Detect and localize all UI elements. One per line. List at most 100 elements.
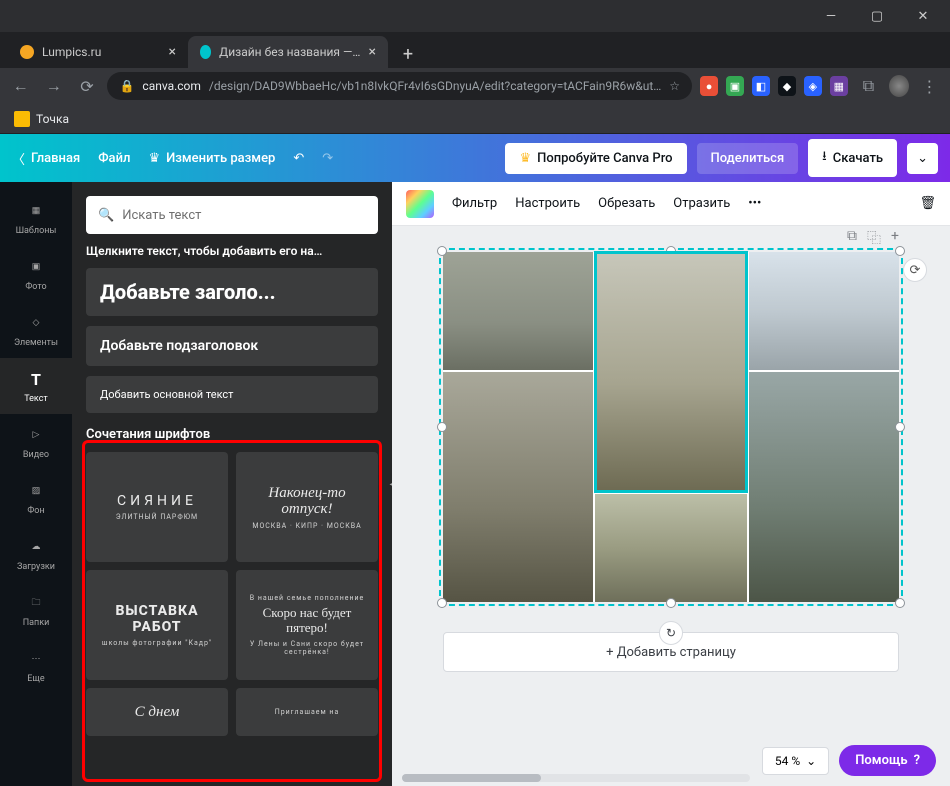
duplicate-page-icon[interactable]: ⿻ <box>867 228 881 248</box>
extension-icon[interactable]: ▣ <box>726 76 744 96</box>
file-menu[interactable]: Файл <box>98 151 130 166</box>
rail-text[interactable]: TТекст <box>0 358 72 414</box>
share-button[interactable]: Поделиться <box>697 143 799 174</box>
font-combo-card[interactable]: Наконец-то отпуск! МОСКВА · КИПР · МОСКВ… <box>236 452 378 562</box>
font-combos-title: Сочетания шрифтов <box>86 427 378 442</box>
rail-folders[interactable]: 🗀Папки <box>0 582 72 638</box>
panel-collapse-handle[interactable]: ◂ <box>384 449 392 519</box>
url-input[interactable]: 🔒 canva.com /design/DAD9WbbaeHc/vb1n8Ivk… <box>107 72 692 100</box>
window-close-button[interactable]: ✕ <box>900 0 946 32</box>
browser-tab[interactable]: Lumpics.ru × <box>8 36 188 68</box>
add-body-button[interactable]: Добавить основной текст <box>86 376 378 413</box>
undo-button[interactable]: ↶ <box>293 151 304 166</box>
design-page[interactable]: ⧉ ⿻ + <box>443 252 899 672</box>
font-combo-card[interactable]: СИЯНИЕ ЭЛИТНЫЙ ПАРФЮМ <box>86 452 228 562</box>
context-toolbar: Фильтр Настроить Обрезать Отразить ••• 🗑 <box>392 182 950 226</box>
font-combo-card[interactable]: В нашей семье пополнение Скоро нас будет… <box>236 570 378 680</box>
app-toolbar: 〈Главная Файл ♛Изменить размер ↶ ↷ ♛Попр… <box>0 134 950 182</box>
extension-icon[interactable]: ◈ <box>804 76 822 96</box>
rail-elements[interactable]: ◇Элементы <box>0 302 72 358</box>
browser-tab-active[interactable]: Дизайн без названия — Фотокс × <box>188 36 388 68</box>
back-button[interactable]: ← <box>8 72 33 100</box>
redo-button[interactable]: ↷ <box>322 151 333 166</box>
bookmark-item[interactable]: Точка <box>36 112 69 126</box>
help-button[interactable]: Помощь? <box>839 745 936 776</box>
window-maximize-button[interactable]: ▢ <box>854 0 900 32</box>
search-input[interactable]: 🔍 Искать текст <box>86 196 378 234</box>
help-icon: ? <box>914 753 920 768</box>
resize-handle[interactable] <box>437 422 447 432</box>
color-picker-button[interactable] <box>406 190 434 218</box>
add-heading-button[interactable]: Добавьте заголо... <box>86 268 378 316</box>
window-minimize-button[interactable]: — <box>808 0 854 32</box>
url-domain: canva.com <box>142 79 201 93</box>
elements-icon: ◇ <box>25 312 47 334</box>
adjust-button[interactable]: Настроить <box>515 196 580 211</box>
horizontal-scrollbar[interactable] <box>402 774 750 782</box>
resize-handle[interactable] <box>895 246 905 256</box>
favicon-icon <box>20 45 34 59</box>
more-icon: ⋯ <box>25 648 47 670</box>
more-button[interactable]: ••• <box>748 196 761 211</box>
resize-handle[interactable] <box>666 598 676 608</box>
reload-button[interactable]: ⟳ <box>74 72 99 100</box>
chevron-down-icon: ⌄ <box>806 754 816 768</box>
chevron-down-icon: ⌄ <box>917 151 928 166</box>
extension-icon[interactable]: ◧ <box>752 76 770 96</box>
filter-button[interactable]: Фильтр <box>452 196 497 211</box>
zoom-control[interactable]: 54 %⌄ <box>762 747 829 775</box>
background-icon: ▨ <box>25 480 47 502</box>
collage-cell[interactable] <box>443 372 593 602</box>
resize-handle[interactable] <box>437 246 447 256</box>
crown-icon: ♛ <box>148 151 160 166</box>
rail-background[interactable]: ▨Фон <box>0 470 72 526</box>
rotate-handle[interactable]: ⟳ <box>903 258 927 282</box>
flip-button[interactable]: Отразить <box>673 196 730 211</box>
rail-video[interactable]: ▷Видео <box>0 414 72 470</box>
rail-templates[interactable]: ▦Шаблоны <box>0 190 72 246</box>
search-icon: 🔍 <box>98 208 114 223</box>
close-icon[interactable]: × <box>369 44 376 60</box>
font-combo-card[interactable]: ВЫСТАВКА РАБОТ школы фотографии "Кадр" <box>86 570 228 680</box>
font-combo-card[interactable]: С днем <box>86 688 228 736</box>
rail-uploads[interactable]: ☁Загрузки <box>0 526 72 582</box>
home-button[interactable]: 〈Главная <box>12 149 80 168</box>
resize-handle[interactable] <box>895 598 905 608</box>
download-button[interactable]: ⭳Скачать <box>808 139 897 177</box>
add-page-icon[interactable]: + <box>891 228 899 248</box>
collage-cell[interactable] <box>749 252 899 370</box>
bookmark-folder-icon <box>14 111 30 127</box>
crop-button[interactable]: Обрезать <box>598 196 655 211</box>
star-icon[interactable]: ☆ <box>669 79 680 93</box>
canvas-scroll[interactable]: ⧉ ⿻ + <box>392 226 950 786</box>
extensions-menu-icon[interactable]: ⧉ <box>856 72 881 100</box>
add-subheading-button[interactable]: Добавьте подзаголовок <box>86 326 378 366</box>
side-rail: ▦Шаблоны ▣Фото ◇Элементы TТекст ▷Видео ▨… <box>0 182 72 786</box>
extension-icon[interactable]: ▦ <box>830 76 848 96</box>
browser-menu-icon[interactable]: ⋮ <box>917 72 942 100</box>
collage-cell-selected[interactable] <box>595 252 747 492</box>
download-dropdown[interactable]: ⌄ <box>907 143 938 174</box>
new-tab-button[interactable]: + <box>394 40 422 68</box>
profile-avatar[interactable] <box>889 75 909 97</box>
font-combo-card[interactable]: Приглашаем на <box>236 688 378 736</box>
delete-button[interactable]: 🗑 <box>919 196 936 211</box>
extension-icon[interactable]: ◆ <box>778 76 796 96</box>
extension-icon[interactable]: ● <box>700 76 718 96</box>
resize-handle[interactable] <box>895 422 905 432</box>
photo-collage[interactable]: ⟳ <box>443 252 899 602</box>
forward-button[interactable]: → <box>41 72 66 100</box>
collage-cell[interactable] <box>443 252 593 370</box>
rail-photos[interactable]: ▣Фото <box>0 246 72 302</box>
resize-handle[interactable] <box>437 598 447 608</box>
close-icon[interactable]: × <box>169 44 176 60</box>
collage-cell[interactable] <box>595 494 747 602</box>
text-panel: 🔍 Искать текст Щелкните текст, чтобы доб… <box>72 182 392 786</box>
try-pro-button[interactable]: ♛Попробуйте Canva Pro <box>505 143 686 174</box>
rail-more[interactable]: ⋯Еще <box>0 638 72 694</box>
templates-icon: ▦ <box>25 200 47 222</box>
scrollbar-thumb[interactable] <box>402 774 541 782</box>
copy-page-icon[interactable]: ⧉ <box>847 228 857 248</box>
add-page-button[interactable]: ↻ + Добавить страницу <box>443 632 899 672</box>
resize-button[interactable]: ♛Изменить размер <box>148 151 275 166</box>
